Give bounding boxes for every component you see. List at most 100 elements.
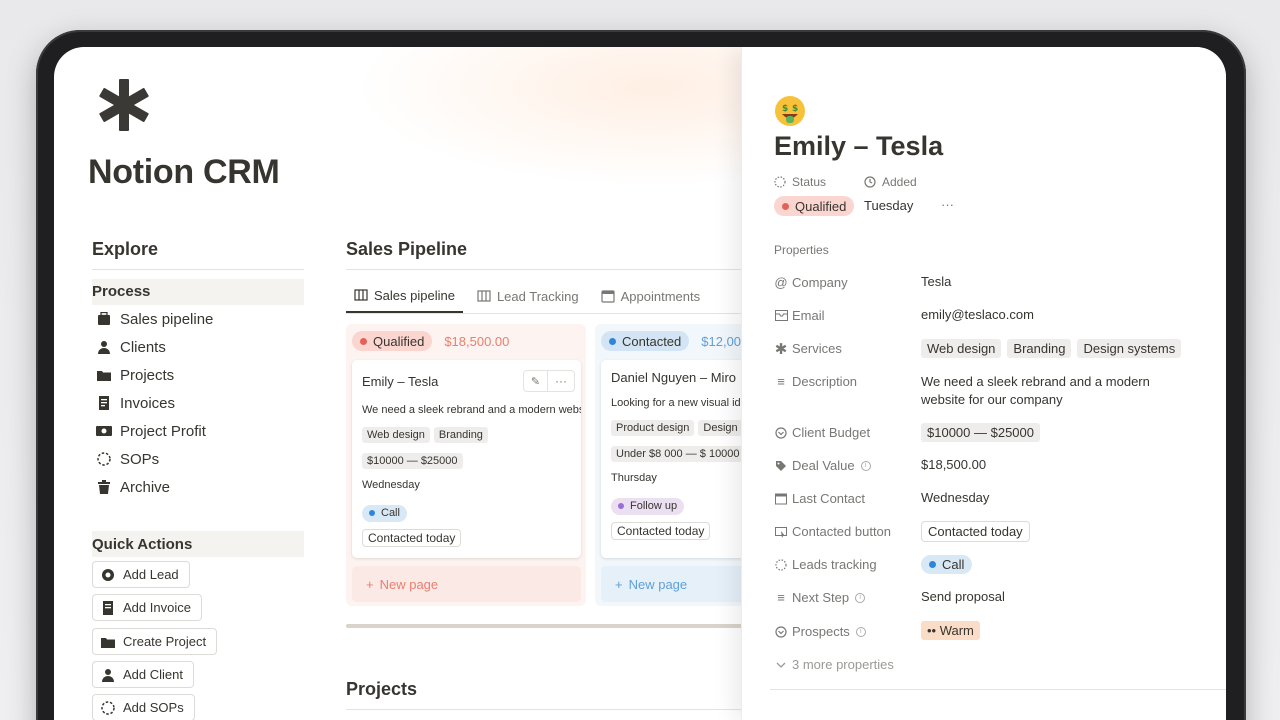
nav-sops[interactable]: SOPs	[92, 445, 304, 473]
more-options-icon[interactable]: ···	[941, 197, 954, 212]
explore-heading: Explore	[92, 239, 159, 259]
prop-leads-tracking-value[interactable]: Call	[921, 555, 973, 574]
card-title: Emily – Tesla	[362, 373, 439, 389]
horizontal-scrollbar[interactable]	[346, 624, 746, 628]
last-contact: Wednesday	[362, 479, 420, 491]
board-icon	[354, 288, 368, 302]
add-sops-button[interactable]: Add SOPs	[92, 694, 195, 720]
status-badge[interactable]: Qualified	[352, 331, 433, 351]
tab-lead-tracking[interactable]: Lead Tracking	[469, 279, 587, 313]
nav-archive[interactable]: Archive	[92, 473, 304, 501]
money-icon	[96, 423, 112, 439]
divider	[92, 269, 304, 270]
lead-status-pill: Call	[921, 555, 973, 574]
process-heading: Process	[92, 279, 304, 305]
label-text: Contacted button	[792, 524, 892, 539]
projects-heading: Projects	[346, 679, 418, 699]
prop-company-label: @ Company	[774, 275, 847, 290]
prop-next-step-value[interactable]: Send proposal	[921, 589, 1005, 604]
prop-next-step-label: ≡ Next Step i	[774, 590, 866, 605]
prop-description-value[interactable]: We need a sleek rebrand and a modern web…	[921, 373, 1150, 409]
new-page-label: New page	[628, 576, 688, 592]
service-tag: Branding	[1007, 339, 1072, 358]
chevron-down-icon	[774, 658, 788, 672]
service-tag: Web design	[362, 427, 430, 443]
board-icon	[477, 289, 491, 303]
nav-clients[interactable]: Clients	[92, 333, 304, 361]
prop-email-value[interactable]: emily@teslaco.com	[921, 307, 1034, 322]
add-lead-button[interactable]: Add Lead	[92, 561, 190, 588]
nav-label: Invoices	[120, 394, 176, 412]
nav-projects[interactable]: Projects	[92, 361, 304, 389]
service-tag: Design systems	[1077, 339, 1182, 358]
info-icon[interactable]: i	[855, 592, 866, 603]
money-face-emoji-icon: $ $	[775, 96, 805, 126]
lead-card[interactable]: Daniel Nguyen – Miro Looking for a new v…	[601, 360, 746, 558]
info-icon[interactable]: i	[855, 626, 866, 637]
service-tag: Product design	[611, 420, 695, 436]
tab-label: Sales pipeline	[374, 287, 455, 303]
contacted-today-button[interactable]: Contacted today	[921, 521, 1030, 542]
prospect-tag: •• Warm	[921, 621, 980, 640]
tab-appointments[interactable]: Appointments	[593, 279, 709, 313]
folder-icon	[101, 635, 115, 649]
lines-icon: ≡	[777, 590, 785, 605]
contacted-button[interactable]: Contacted today	[362, 529, 462, 547]
trash-icon	[96, 479, 112, 495]
record-peek-panel: $ $ Emily – Tesla Status Added Qualified…	[741, 47, 1226, 720]
asterisk-icon: ✱	[774, 340, 788, 358]
nav-label: Project Profit	[120, 422, 206, 440]
nav-label: Sales pipeline	[120, 310, 214, 328]
clock-icon	[864, 176, 876, 188]
prop-deal-value-label: Deal Value i	[774, 458, 871, 473]
nav-invoices[interactable]: Invoices	[92, 389, 304, 417]
new-page-button[interactable]: + New page	[352, 566, 581, 602]
service-tag: Branding	[433, 427, 488, 443]
add-invoice-button[interactable]: Add Invoice	[92, 594, 202, 621]
add-client-button[interactable]: Add Client	[92, 661, 194, 688]
lead-card[interactable]: Emily – Tesla ✎ ··· We need a sleek rebr…	[352, 360, 581, 558]
contacted-button[interactable]: Contacted today	[611, 522, 711, 540]
status-property-label: Status	[774, 175, 826, 189]
prop-contacted-button-value: Contacted today	[921, 521, 1030, 542]
status-dot	[929, 561, 936, 568]
more-icon[interactable]: ···	[548, 371, 574, 391]
lead-label: Follow up	[630, 500, 678, 512]
more-properties-toggle[interactable]: 3 more properties	[774, 657, 894, 672]
new-page-button[interactable]: + New page	[601, 566, 746, 602]
prop-deal-value-value[interactable]: $18,500.00	[921, 457, 986, 472]
info-icon[interactable]: i	[860, 460, 871, 471]
service-tag: Design	[698, 420, 743, 436]
prop-last-contact-value[interactable]: Wednesday	[921, 490, 989, 505]
lead-label: Call	[942, 557, 965, 572]
nav-label: SOPs	[120, 450, 160, 468]
button-label: Add Invoice	[123, 600, 191, 615]
record-title: Emily – Tesla	[774, 131, 944, 161]
person-icon	[96, 339, 112, 355]
label-text: 3 more properties	[792, 657, 894, 672]
prop-prospects-value[interactable]: •• Warm	[921, 621, 984, 640]
create-project-button[interactable]: Create Project	[92, 628, 218, 655]
status-badge[interactable]: Contacted	[601, 331, 690, 351]
description-line: We need a sleek rebrand and a modern	[921, 374, 1150, 389]
status-badge[interactable]: Qualified	[774, 196, 855, 216]
nav-project-profit[interactable]: Project Profit	[92, 417, 304, 445]
button-label: Create Project	[123, 634, 207, 649]
plus-icon: +	[366, 576, 374, 592]
prop-client-budget-value[interactable]: $10000 — $25000	[921, 423, 1044, 442]
prop-services-value[interactable]: Web design Branding Design systems	[921, 339, 1185, 358]
dashed-circle-icon	[101, 700, 115, 715]
label-text: Deal Value	[792, 458, 855, 473]
label-text: Services	[792, 341, 842, 356]
properties-heading: Properties	[774, 243, 829, 257]
select-icon	[774, 625, 788, 639]
prop-client-budget-label: Client Budget	[774, 425, 870, 440]
nav-label: Projects	[120, 366, 175, 384]
nav-sales-pipeline[interactable]: Sales pipeline	[92, 305, 304, 333]
prop-company-value[interactable]: Tesla	[921, 274, 951, 289]
status-dot	[369, 510, 375, 516]
calendar-icon	[601, 289, 615, 303]
plus-icon: +	[615, 576, 623, 592]
edit-icon[interactable]: ✎	[524, 371, 548, 391]
tab-sales-pipeline[interactable]: Sales pipeline	[346, 279, 463, 313]
